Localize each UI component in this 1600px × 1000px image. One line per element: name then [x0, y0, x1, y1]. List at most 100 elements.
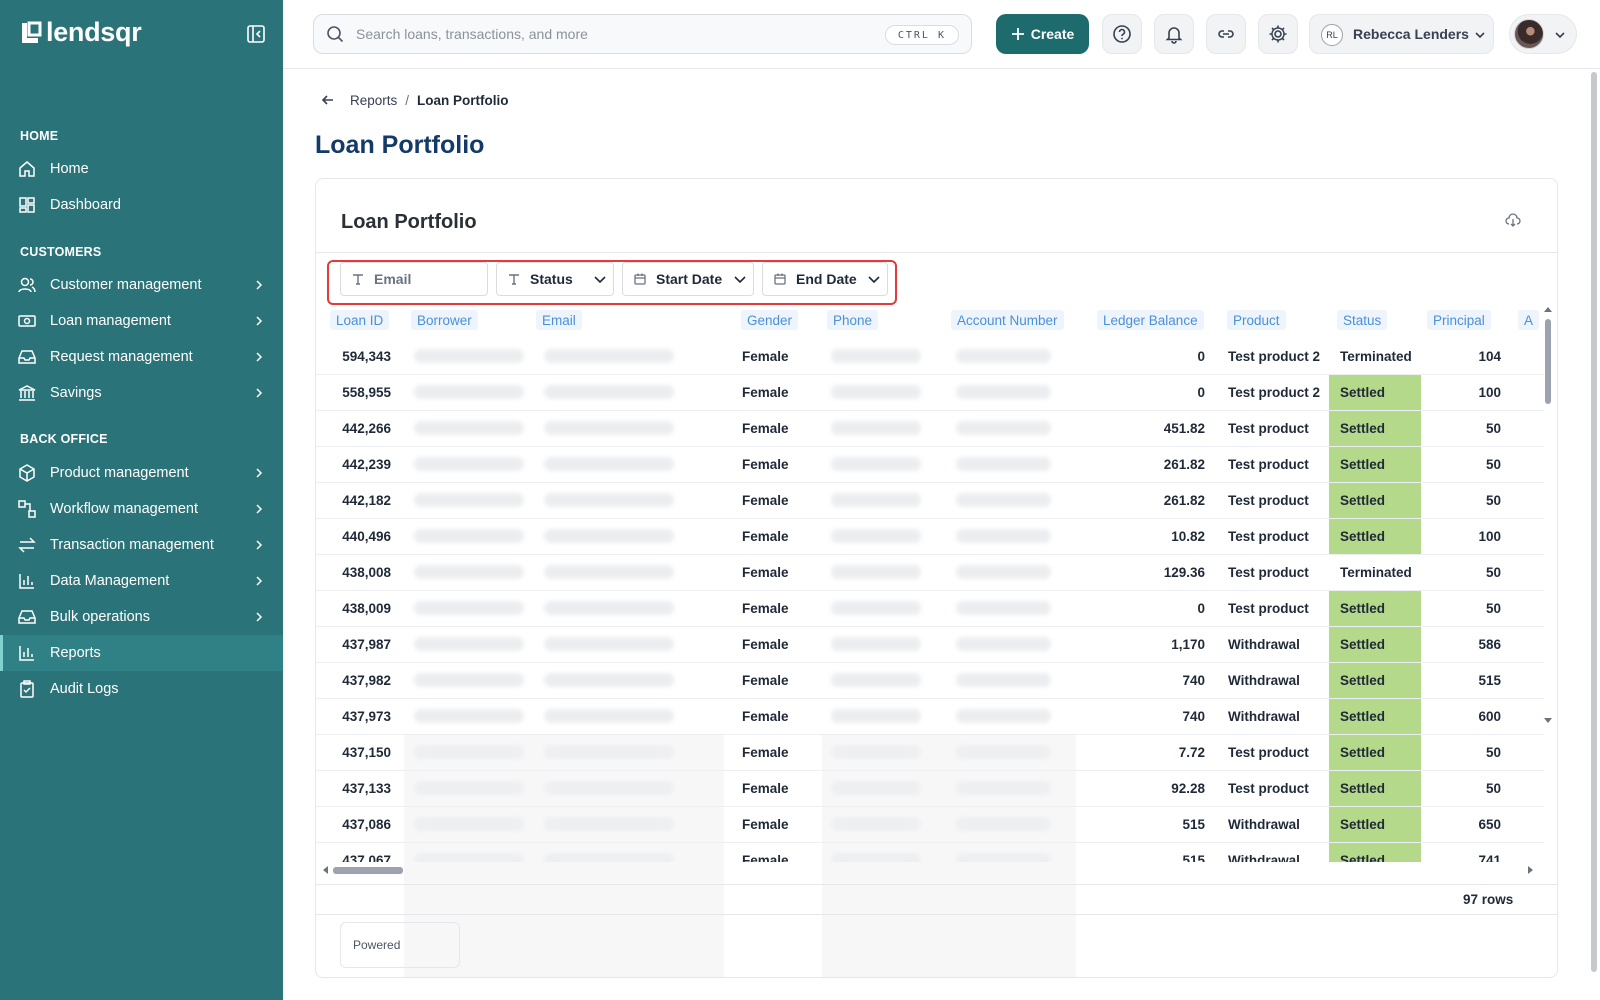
cell-product: Test product	[1228, 421, 1309, 436]
column-header-product[interactable]: Product	[1227, 310, 1286, 330]
cell-principal: 100	[1478, 529, 1501, 544]
start-date-filter-label: Start Date	[656, 271, 723, 287]
sidebar-item-request-management[interactable]: Request management	[0, 339, 283, 375]
column-header-ledger-balance[interactable]: Ledger Balance	[1097, 310, 1204, 330]
cloud-download-icon[interactable]	[1505, 212, 1521, 228]
start-date-filter[interactable]: Start Date	[622, 262, 754, 296]
cell-gender: Female	[742, 565, 789, 580]
column-header-gender[interactable]: Gender	[741, 310, 799, 330]
column-header-account-number[interactable]: Account Number	[951, 310, 1064, 330]
avatar-menu-button[interactable]	[1509, 14, 1577, 54]
scroll-down-arrow-icon[interactable]	[1542, 716, 1554, 726]
scroll-left-arrow-icon[interactable]	[320, 864, 330, 876]
cell-status: Settled	[1329, 411, 1421, 446]
dashboard-icon	[17, 195, 37, 215]
back-arrow-icon[interactable]	[320, 92, 336, 108]
link-button[interactable]	[1206, 14, 1246, 54]
text-type-icon	[509, 274, 519, 285]
sidebar-item-label: Request management	[50, 349, 193, 365]
scroll-up-arrow-icon[interactable]	[1542, 304, 1554, 314]
cell-loan-id: 437,973	[342, 709, 391, 724]
brand-logo[interactable]: lendsqr	[20, 17, 142, 48]
bank-icon	[17, 383, 37, 403]
table-row[interactable]: 442,239 Female 261.82 Test product Settled 50	[316, 447, 1544, 483]
column-header-borrower[interactable]: Borrower	[411, 310, 478, 330]
vertical-scrollbar[interactable]	[1542, 304, 1554, 864]
sidebar-item-customer-management[interactable]: Customer management	[0, 267, 283, 303]
search-input[interactable]	[356, 23, 856, 45]
sidebar-item-workflow-management[interactable]: Workflow management	[0, 491, 283, 527]
create-button[interactable]: Create	[996, 14, 1089, 54]
table-row[interactable]: 440,496 Female 10.82 Test product Settled 100	[316, 519, 1544, 555]
collapse-sidebar-icon[interactable]	[246, 24, 266, 44]
sidebar-item-bulk-operations[interactable]: Bulk operations	[0, 599, 283, 635]
redacted-value	[544, 493, 674, 507]
redacted-value	[831, 637, 921, 651]
column-header-principal[interactable]: Principal	[1427, 310, 1491, 330]
search-shortcut-badge: CTRL K	[884, 25, 959, 45]
sidebar-item-audit-logs[interactable]: Audit Logs	[0, 671, 283, 707]
help-button[interactable]	[1102, 14, 1142, 54]
end-date-filter[interactable]: End Date	[762, 262, 888, 296]
table-row[interactable]: 594,343 Female 0 Test product 2 Terminated 10…	[316, 339, 1544, 375]
column-header-email[interactable]: Email	[536, 310, 582, 330]
redacted-value	[956, 349, 1051, 363]
sidebar-item-product-management[interactable]: Product management	[0, 455, 283, 491]
table-row[interactable]: 438,009 Female 0 Test product Settled 50	[316, 591, 1544, 627]
notifications-button[interactable]	[1154, 14, 1194, 54]
redacted-value	[956, 601, 1051, 615]
email-filter[interactable]	[340, 262, 488, 296]
redacted-value	[544, 673, 674, 687]
settings-button[interactable]	[1258, 14, 1298, 54]
bar-chart-icon	[17, 643, 37, 663]
column-header-phone[interactable]: Phone	[827, 310, 879, 330]
scroll-right-arrow-icon[interactable]	[1526, 864, 1536, 876]
cell-principal: 650	[1478, 817, 1501, 832]
vertical-scroll-thumb[interactable]	[1545, 319, 1551, 404]
cell-ledger-balance: 515	[1182, 853, 1205, 862]
table-row[interactable]: 437,982 Female 740 Withdrawal Settled 515	[316, 663, 1544, 699]
sidebar-item-home[interactable]: Home	[0, 151, 283, 187]
cell-loan-id: 594,343	[342, 349, 391, 364]
box-icon	[17, 463, 37, 483]
sidebar-item-data-management[interactable]: Data Management	[0, 563, 283, 599]
breadcrumb-link-reports[interactable]: Reports	[350, 93, 397, 108]
table-row[interactable]: 437,987 Female 1,170 Withdrawal Settled 586	[316, 627, 1544, 663]
table-row[interactable]: 442,266 Female 451.82 Test product Settled 50	[316, 411, 1544, 447]
cell-principal: 600	[1478, 709, 1501, 724]
page-scroll-thumb[interactable]	[1591, 72, 1597, 972]
redacted-value	[414, 601, 524, 615]
table-row[interactable]: 442,182 Female 261.82 Test product Settled 50	[316, 483, 1544, 519]
status-filter-label: Status	[530, 271, 573, 287]
email-filter-input[interactable]	[374, 269, 484, 289]
table-row[interactable]: 438,008 Female 129.36 Test product Terminate…	[316, 555, 1544, 591]
table-row[interactable]: 558,955 Female 0 Test product 2 Settled 100	[316, 375, 1544, 411]
redacted-value	[956, 421, 1051, 435]
sidebar-item-reports[interactable]: Reports	[0, 635, 283, 671]
cell-loan-id: 437,150	[342, 745, 391, 760]
redacted-value	[544, 349, 674, 363]
global-search[interactable]: CTRL K	[313, 14, 972, 54]
sidebar-item-dashboard[interactable]: Dashboard	[0, 187, 283, 223]
table-row[interactable]: 437,973 Female 740 Withdrawal Settled 600	[316, 699, 1544, 735]
column-header-status[interactable]: Status	[1337, 310, 1388, 330]
section-label-home: HOME	[20, 129, 59, 143]
horizontal-scrollbar[interactable]	[316, 863, 1544, 877]
cell-principal: 104	[1478, 349, 1501, 364]
column-header-a[interactable]: A	[1518, 310, 1540, 330]
sidebar-item-loan-management[interactable]: Loan management	[0, 303, 283, 339]
sidebar-item-savings[interactable]: Savings	[0, 375, 283, 411]
cell-status: Settled	[1329, 519, 1421, 554]
sidebar-item-label: Product management	[50, 465, 189, 481]
page-scrollbar[interactable]	[1588, 70, 1600, 1000]
sidebar-item-transaction-management[interactable]: Transaction management	[0, 527, 283, 563]
redacted-value	[544, 457, 674, 471]
user-menu-button[interactable]: RL Rebecca Lenders	[1309, 14, 1494, 54]
chevron-down-icon	[868, 276, 880, 284]
sidebar-item-label: Savings	[50, 385, 102, 401]
status-filter[interactable]: Status	[496, 262, 614, 296]
column-header-loan-id[interactable]: Loan ID	[330, 310, 390, 330]
horizontal-scroll-thumb[interactable]	[333, 867, 403, 874]
breadcrumb-separator: /	[405, 92, 410, 108]
end-date-filter-label: End Date	[796, 271, 857, 287]
